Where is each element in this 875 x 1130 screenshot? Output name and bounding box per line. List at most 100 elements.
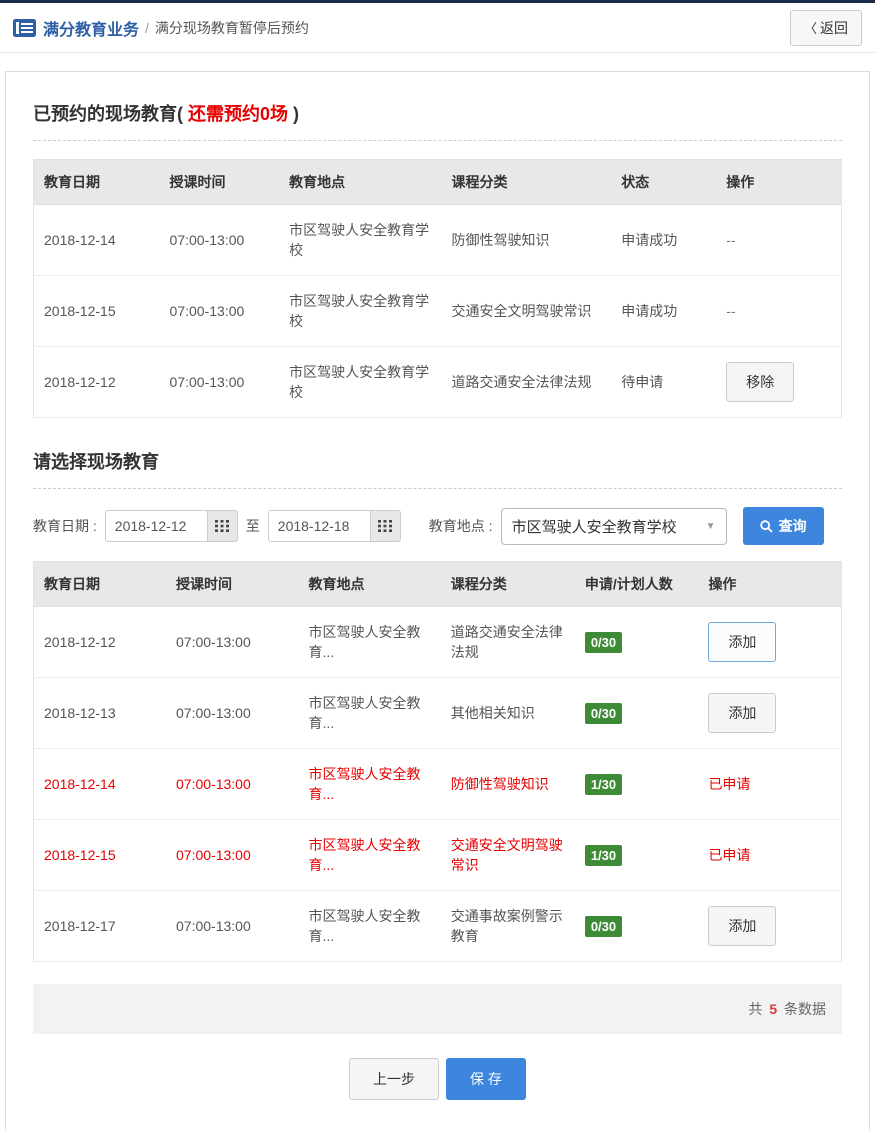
add-button[interactable]: 添加: [708, 906, 776, 946]
cell-time: 07:00-13:00: [160, 276, 280, 347]
capacity-badge: 0/30: [585, 632, 622, 653]
table-row-applied: 2018-12-15 07:00-13:00 市区驾驶人安全教育... 交通安全…: [34, 820, 842, 891]
calendar-grid-icon[interactable]: [370, 510, 401, 542]
booked-table-header-row: 教育日期 授课时间 教育地点 课程分类 状态 操作: [34, 160, 842, 205]
col-header-location: 教育地点: [299, 562, 441, 607]
cell-date: 2018-12-12: [34, 347, 160, 418]
col-header-category: 课程分类: [442, 160, 612, 205]
table-row: 2018-12-14 07:00-13:00 市区驾驶人安全教育学校 防御性驾驶…: [34, 205, 842, 276]
location-select[interactable]: 市区驾驶人安全教育学校 ▼: [501, 508, 727, 545]
date-to-input[interactable]: [268, 510, 370, 542]
breadcrumb-root[interactable]: 满分教育业务: [43, 16, 139, 40]
cell-time: 07:00-13:00: [166, 678, 299, 749]
bottom-actions: 上一步 保 存: [33, 1058, 842, 1100]
table-row-applied: 2018-12-14 07:00-13:00 市区驾驶人安全教育... 防御性驾…: [34, 749, 842, 820]
location-label: 教育地点 :: [429, 516, 493, 536]
booked-title-remaining: 还需预约0场: [188, 104, 288, 124]
add-button[interactable]: 添加: [708, 622, 776, 662]
table-row: 2018-12-13 07:00-13:00 市区驾驶人安全教育... 其他相关…: [34, 678, 842, 749]
col-header-time: 授课时间: [166, 562, 299, 607]
booked-title-text: 已预约的现场教育(: [33, 104, 183, 124]
cell-action-none: --: [716, 205, 841, 276]
location-select-value: 市区驾驶人安全教育学校: [512, 516, 677, 537]
cell-location: 市区驾驶人安全教育学校: [279, 347, 441, 418]
chevron-down-icon: ▼: [706, 521, 716, 532]
date-from-input[interactable]: [105, 510, 207, 542]
cell-applied-status: 已申请: [698, 749, 841, 820]
table-footer: 共 5 条数据: [33, 984, 842, 1034]
total-suffix: 条数据: [784, 1001, 826, 1017]
page-header: 满分教育业务 / 满分现场教育暂停后预约 〈 返回: [0, 3, 875, 53]
cell-date: 2018-12-15: [34, 820, 167, 891]
table-row: 2018-12-12 07:00-13:00 市区驾驶人安全教育学校 道路交通安…: [34, 347, 842, 418]
cell-category: 交通事故案例警示教育: [441, 891, 575, 962]
capacity-badge: 1/30: [585, 845, 622, 866]
booked-table: 教育日期 授课时间 教育地点 课程分类 状态 操作 2018-12-14 07:…: [33, 159, 842, 418]
select-section-title: 请选择现场教育: [33, 448, 842, 474]
cell-location: 市区驾驶人安全教育...: [299, 678, 441, 749]
cell-time: 07:00-13:00: [160, 205, 280, 276]
col-header-status: 状态: [611, 160, 716, 205]
cell-status: 待申请: [611, 347, 716, 418]
cell-time: 07:00-13:00: [166, 607, 299, 678]
cell-category: 防御性驾驶知识: [441, 749, 575, 820]
cell-category: 其他相关知识: [441, 678, 575, 749]
available-table-header-row: 教育日期 授课时间 教育地点 课程分类 申请/计划人数 操作: [34, 562, 842, 607]
total-prefix: 共: [748, 1001, 762, 1017]
previous-step-button[interactable]: 上一步: [349, 1058, 439, 1100]
col-header-action: 操作: [716, 160, 841, 205]
cell-location: 市区驾驶人安全教育学校: [279, 205, 441, 276]
cell-date: 2018-12-14: [34, 205, 160, 276]
cell-date: 2018-12-14: [34, 749, 167, 820]
cell-date: 2018-12-17: [34, 891, 167, 962]
save-button[interactable]: 保 存: [446, 1058, 526, 1100]
table-row: 2018-12-17 07:00-13:00 市区驾驶人安全教育... 交通事故…: [34, 891, 842, 962]
breadcrumb-separator: /: [145, 20, 149, 36]
date-range-label: 教育日期 :: [33, 516, 97, 536]
search-button-label: 查询: [779, 516, 807, 536]
cell-action-none: --: [716, 276, 841, 347]
filter-bar: 教育日期 : 至: [33, 507, 842, 545]
available-table: 教育日期 授课时间 教育地点 课程分类 申请/计划人数 操作 2018-12-1…: [33, 561, 842, 962]
cell-location: 市区驾驶人安全教育...: [299, 820, 441, 891]
cell-applied-status: 已申请: [698, 820, 841, 891]
date-to-group: [268, 510, 401, 542]
cell-time: 07:00-13:00: [166, 891, 299, 962]
col-header-action: 操作: [698, 562, 841, 607]
cell-category: 道路交通安全法律法规: [442, 347, 612, 418]
capacity-badge: 0/30: [585, 703, 622, 724]
cell-category: 交通安全文明驾驶常识: [442, 276, 612, 347]
booked-title-close: ): [293, 104, 299, 124]
calendar-grid-icon[interactable]: [207, 510, 238, 542]
capacity-badge: 0/30: [585, 916, 622, 937]
cell-date: 2018-12-13: [34, 678, 167, 749]
table-row: 2018-12-15 07:00-13:00 市区驾驶人安全教育学校 交通安全文…: [34, 276, 842, 347]
cell-time: 07:00-13:00: [166, 749, 299, 820]
date-to-label: 至: [246, 516, 260, 536]
capacity-badge: 1/30: [585, 774, 622, 795]
cell-category: 交通安全文明驾驶常识: [441, 820, 575, 891]
cell-time: 07:00-13:00: [160, 347, 280, 418]
search-button[interactable]: 查询: [743, 507, 824, 545]
cell-date: 2018-12-15: [34, 276, 160, 347]
col-header-capacity: 申请/计划人数: [575, 562, 699, 607]
add-button[interactable]: 添加: [708, 693, 776, 733]
date-from-group: [105, 510, 238, 542]
cell-category: 道路交通安全法律法规: [441, 607, 575, 678]
cell-location: 市区驾驶人安全教育...: [299, 607, 441, 678]
back-button-label: 返回: [820, 18, 848, 38]
col-header-time: 授课时间: [160, 160, 280, 205]
col-header-date: 教育日期: [34, 562, 167, 607]
section-divider: [33, 140, 842, 141]
back-button[interactable]: 〈 返回: [790, 10, 862, 46]
cell-category: 防御性驾驶知识: [442, 205, 612, 276]
table-row: 2018-12-12 07:00-13:00 市区驾驶人安全教育... 道路交通…: [34, 607, 842, 678]
remove-button[interactable]: 移除: [726, 362, 794, 402]
cell-date: 2018-12-12: [34, 607, 167, 678]
total-count: 5: [769, 1001, 777, 1017]
list-icon: [13, 19, 36, 37]
col-header-category: 课程分类: [441, 562, 575, 607]
booked-section-title: 已预约的现场教育( 还需预约0场 ): [33, 100, 842, 126]
chevron-left-icon: 〈: [804, 18, 817, 37]
col-header-date: 教育日期: [34, 160, 160, 205]
